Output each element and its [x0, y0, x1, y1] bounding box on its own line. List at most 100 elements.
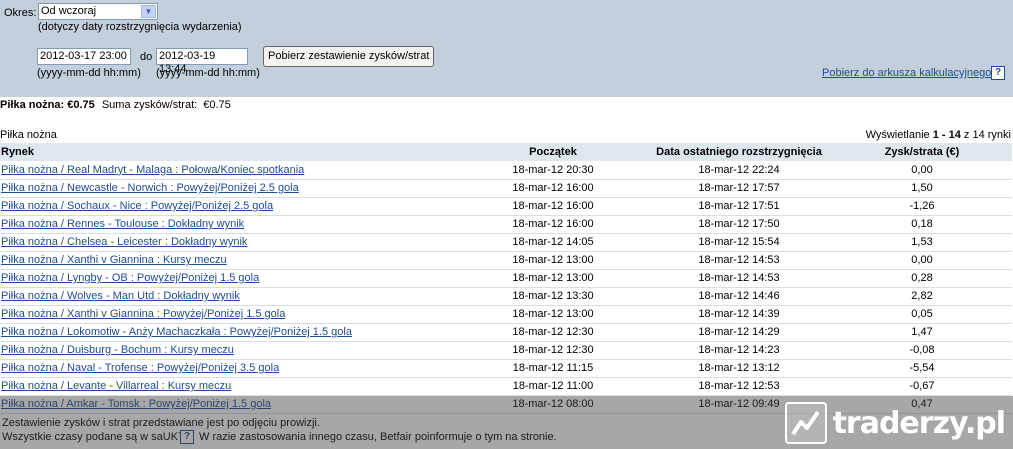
start-time-cell: 18-mar-12 12:30 [460, 323, 646, 342]
header-market[interactable]: Rynek [0, 143, 460, 161]
counter-range: 1 - 14 [932, 129, 961, 141]
profit-loss-cell: -0,67 [832, 377, 1012, 396]
watermark-logo-icon [784, 402, 827, 444]
market-cell: Piłka nożna / Xanthi v Giannina : Kursy … [0, 251, 460, 270]
settled-time-cell: 18-mar-12 14:39 [646, 305, 832, 324]
to-label: do [140, 51, 153, 63]
table-header-row: Rynek Początek Data ostatniego rozstrzyg… [0, 143, 1012, 161]
counter-suffix: z 14 rynki [963, 129, 1011, 141]
table-row: Piłka nożna / Wolves - Man Utd : Dokładn… [0, 287, 1012, 306]
help-icon[interactable]: ? [991, 66, 1005, 80]
profit-loss-cell: 0,05 [832, 305, 1012, 324]
period-select[interactable]: Od wczoraj ▼ [38, 3, 158, 20]
market-link[interactable]: Piłka nożna / Rennes - Toulouse : Dokład… [1, 218, 244, 230]
profit-loss-cell: 2,82 [832, 287, 1012, 306]
market-cell: Piłka nożna / Wolves - Man Utd : Dokładn… [0, 287, 460, 306]
date-from-format-hint: (yyyy-mm-dd hh:mm) [37, 67, 141, 79]
results-counter: Wyświetlanie 1 - 14 z 14 rynki [866, 129, 1011, 141]
table-row: Piłka nożna / Rennes - Toulouse : Dokład… [0, 215, 1012, 234]
section-label: Piłka nożna [0, 129, 57, 141]
settled-time-cell: 18-mar-12 14:29 [646, 323, 832, 342]
market-cell: Piłka nożna / Levante - Villarreal : Kur… [0, 377, 460, 396]
table-row: Piłka nożna / Xanthi v Giannina : Kursy … [0, 251, 1012, 270]
market-link[interactable]: Piłka nożna / Amkar - Tomsk : Powyżej/Po… [1, 398, 271, 410]
market-cell: Piłka nożna / Newcastle - Norwich : Powy… [0, 179, 460, 198]
market-cell: Piłka nożna / Rennes - Toulouse : Dokład… [0, 215, 460, 234]
start-time-cell: 18-mar-12 08:00 [460, 395, 646, 414]
table-row: Piłka nożna / Sochaux - Nice : Powyżej/P… [0, 197, 1012, 216]
counter-prefix: Wyświetlanie [865, 129, 930, 141]
market-link[interactable]: Piłka nożna / Xanthi v Giannina : Kursy … [1, 254, 227, 266]
market-cell: Piłka nożna / Lyngby - OB : Powyżej/Poni… [0, 269, 460, 288]
summary-line: Piłka nożna: €0.75 Suma zysków/strat: €0… [0, 99, 231, 111]
footer-commission-note: Zestawienie zysków i strat przedstawiane… [2, 417, 320, 429]
header-start[interactable]: Początek [460, 143, 646, 161]
date-to-input[interactable]: 2012-03-19 13:44 [156, 48, 248, 75]
profit-loss-cell: 0,18 [832, 215, 1012, 234]
market-link[interactable]: Piłka nożna / Naval - Trofense : Powyżej… [1, 362, 279, 374]
profit-loss-cell: 1,47 [832, 323, 1012, 342]
header-profit-loss[interactable]: Zysk/strata (€) [832, 143, 1012, 161]
date-from-input[interactable]: 2012-03-17 23:00 [37, 48, 131, 65]
settled-time-cell: 18-mar-12 13:12 [646, 359, 832, 378]
total-value: €0.75 [203, 99, 231, 111]
market-link[interactable]: Piłka nożna / Levante - Villarreal : Kur… [1, 380, 231, 392]
export-spreadsheet-link[interactable]: Pobierz do arkusza kalkulacyjnego [822, 67, 991, 79]
market-cell: Piłka nożna / Chelsea - Leicester : Dokł… [0, 233, 460, 252]
market-link[interactable]: Piłka nożna / Duisburg - Bochum : Kursy … [1, 344, 234, 356]
profit-loss-cell: 0,00 [832, 251, 1012, 270]
profit-loss-cell: 1,50 [832, 179, 1012, 198]
market-cell: Piłka nożna / Lokomotiw - Anży Machaczka… [0, 323, 460, 342]
market-link[interactable]: Piłka nożna / Lyngby - OB : Powyżej/Poni… [1, 272, 259, 284]
start-time-cell: 18-mar-12 16:00 [460, 215, 646, 234]
start-time-cell: 18-mar-12 20:30 [460, 161, 646, 180]
date-to-format-hint: (yyyy-mm-dd hh:mm) [156, 67, 260, 79]
start-time-cell: 18-mar-12 16:00 [460, 179, 646, 198]
market-link[interactable]: Piłka nożna / Real Madryt - Malaga : Poł… [1, 164, 304, 176]
market-link[interactable]: Piłka nożna / Xanthi v Giannina : Powyże… [1, 308, 285, 320]
settled-time-cell: 18-mar-12 17:57 [646, 179, 832, 198]
market-cell: Piłka nożna / Duisburg - Bochum : Kursy … [0, 341, 460, 360]
profit-loss-cell: 0,00 [832, 161, 1012, 180]
start-time-cell: 18-mar-12 14:05 [460, 233, 646, 252]
markets-table: Rynek Początek Data ostatniego rozstrzyg… [0, 143, 1012, 414]
start-time-cell: 18-mar-12 12:30 [460, 341, 646, 360]
market-link[interactable]: Piłka nożna / Chelsea - Leicester : Dokł… [1, 236, 247, 248]
start-time-cell: 18-mar-12 11:00 [460, 377, 646, 396]
header-settled[interactable]: Data ostatniego rozstrzygnięcia [646, 143, 832, 161]
start-time-cell: 18-mar-12 16:00 [460, 197, 646, 216]
period-selected-value: Od wczoraj [41, 5, 97, 17]
watermark-text: traderzy.pl [832, 405, 1006, 441]
table-row: Piłka nożna / Duisburg - Bochum : Kursy … [0, 341, 1012, 360]
settled-time-cell: 18-mar-12 14:23 [646, 341, 832, 360]
table-row: Piłka nożna / Lyngby - OB : Powyżej/Poni… [0, 269, 1012, 288]
start-time-cell: 18-mar-12 13:00 [460, 269, 646, 288]
market-link[interactable]: Piłka nożna / Sochaux - Nice : Powyżej/P… [1, 200, 273, 212]
market-cell: Piłka nożna / Naval - Trofense : Powyżej… [0, 359, 460, 378]
profit-loss-cell: -0,08 [832, 341, 1012, 360]
market-link[interactable]: Piłka nożna / Lokomotiw - Anży Machaczka… [1, 326, 352, 338]
start-time-cell: 18-mar-12 13:30 [460, 287, 646, 306]
help-icon[interactable]: ? [180, 430, 194, 444]
market-link[interactable]: Piłka nożna / Wolves - Man Utd : Dokładn… [1, 290, 240, 302]
watermark: traderzy.pl [784, 402, 1006, 444]
settled-time-cell: 18-mar-12 17:50 [646, 215, 832, 234]
footer-timezone-note-cont: W razie zastosowania innego czasu, Betfa… [199, 431, 557, 443]
market-cell: Piłka nożna / Amkar - Tomsk : Powyżej/Po… [0, 395, 460, 414]
start-time-cell: 18-mar-12 13:00 [460, 305, 646, 324]
settled-time-cell: 18-mar-12 22:24 [646, 161, 832, 180]
get-report-button[interactable]: Pobierz zestawienie zysków/strat [263, 46, 435, 67]
table-row: Piłka nożna / Levante - Villarreal : Kur… [0, 377, 1012, 396]
profit-loss-cell: 1,53 [832, 233, 1012, 252]
chevron-down-icon[interactable]: ▼ [141, 5, 156, 18]
market-cell: Piłka nożna / Sochaux - Nice : Powyżej/P… [0, 197, 460, 216]
market-link[interactable]: Piłka nożna / Newcastle - Norwich : Powy… [1, 182, 299, 194]
start-time-cell: 18-mar-12 11:15 [460, 359, 646, 378]
profit-loss-cell: 0,28 [832, 269, 1012, 288]
settled-time-cell: 18-mar-12 14:53 [646, 251, 832, 270]
filter-panel: Okres: Od wczoraj ▼ (dotyczy daty rozstr… [0, 0, 1013, 97]
settled-time-cell: 18-mar-12 15:54 [646, 233, 832, 252]
settled-time-cell: 18-mar-12 12:53 [646, 377, 832, 396]
start-time-cell: 18-mar-12 13:00 [460, 251, 646, 270]
settled-time-cell: 18-mar-12 14:46 [646, 287, 832, 306]
